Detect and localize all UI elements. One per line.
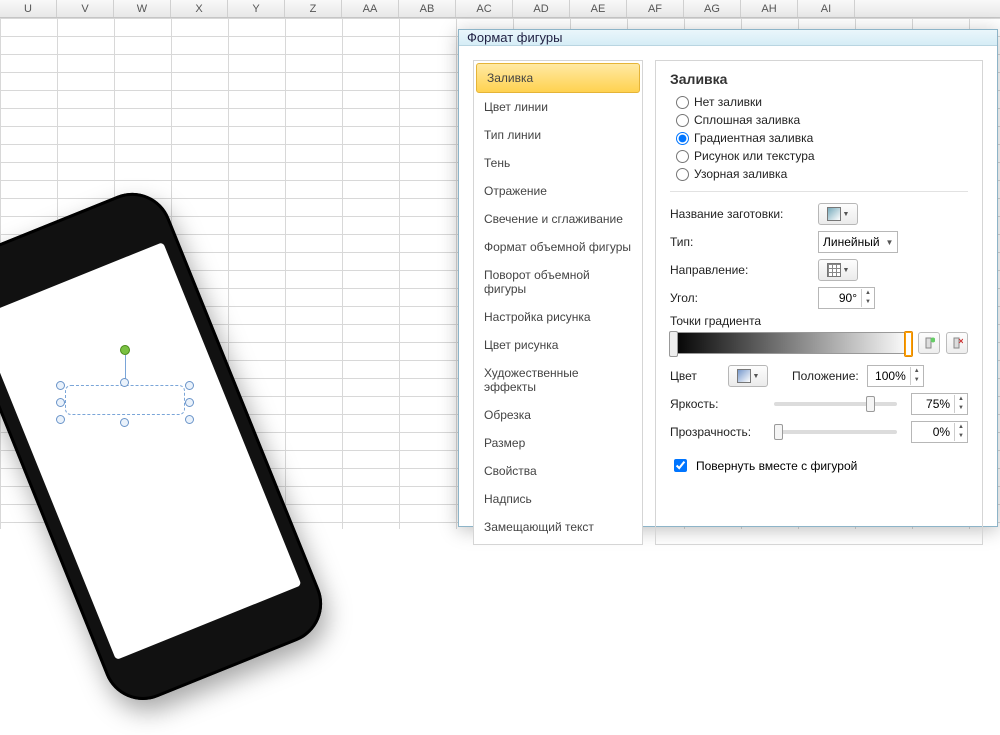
nav-item-shadow[interactable]: Тень [474,149,642,177]
nav-item-textbox[interactable]: Надпись [474,485,642,513]
nav-item-3d-rotation[interactable]: Поворот объемной фигуры [474,261,642,303]
angle-spin[interactable]: ▲▼ [818,287,875,309]
col-header[interactable]: X [171,0,228,17]
radio-gradient-fill[interactable] [676,132,689,145]
position-spin[interactable]: ▲▼ [867,365,924,387]
nav-item-fill[interactable]: Заливка [476,63,640,93]
transparency-slider[interactable] [774,430,897,434]
brightness-label: Яркость: [670,397,760,411]
nav-item-3d-format[interactable]: Формат объемной фигуры [474,233,642,261]
fill-option-picture[interactable]: Рисунок или текстура [670,147,968,165]
fill-option-solid[interactable]: Сплошная заливка [670,111,968,129]
color-dropdown[interactable]: ▼ [728,365,768,387]
resize-handle[interactable] [120,418,129,427]
preset-label: Название заготовки: [670,207,810,221]
stops-label: Точки градиента [670,312,968,332]
radio-pattern-fill[interactable] [676,168,689,181]
col-header[interactable]: U [0,0,57,17]
spin-down-icon[interactable]: ▼ [955,404,967,413]
transparency-label: Прозрачность: [670,425,760,439]
slider-thumb[interactable] [866,396,875,412]
transparency-spin[interactable]: ▲▼ [911,421,968,443]
resize-handle[interactable] [56,381,65,390]
gradient-bar[interactable] [670,332,912,354]
nav-item-line-style[interactable]: Тип линии [474,121,642,149]
radio-no-fill[interactable] [676,96,689,109]
rotate-with-shape-label: Повернуть вместе с фигурой [696,459,857,473]
gradient-stop-selected[interactable] [904,331,913,357]
brightness-slider[interactable] [774,402,897,406]
resize-handle[interactable] [120,378,129,387]
rotate-with-shape-checkbox[interactable] [674,459,687,472]
fill-option-pattern[interactable]: Узорная заливка [670,165,968,183]
spin-up-icon[interactable]: ▲ [955,395,967,404]
col-header[interactable]: AD [513,0,570,17]
col-header[interactable]: Z [285,0,342,17]
nav-item-reflection[interactable]: Отражение [474,177,642,205]
spin-up-icon[interactable]: ▲ [955,423,967,432]
type-select[interactable]: Линейный▼ [818,231,898,253]
nav-item-crop[interactable]: Обрезка [474,401,642,429]
angle-input[interactable] [819,288,861,308]
rotate-handle[interactable] [120,345,130,355]
resize-handle[interactable] [185,398,194,407]
type-label: Тип: [670,235,810,249]
direction-label: Направление: [670,263,810,277]
col-header[interactable]: W [114,0,171,17]
resize-handle[interactable] [185,381,194,390]
fill-option-gradient[interactable]: Градиентная заливка [670,129,968,147]
position-label: Положение: [792,369,859,383]
nav-item-size[interactable]: Размер [474,429,642,457]
remove-stop-button[interactable] [946,332,968,354]
col-header[interactable]: V [57,0,114,17]
add-stop-button[interactable] [918,332,940,354]
col-header[interactable]: AC [456,0,513,17]
radio-picture-fill[interactable] [676,150,689,163]
col-header[interactable]: AF [627,0,684,17]
spin-down-icon[interactable]: ▼ [955,432,967,441]
nav-item-picture-color[interactable]: Цвет рисунка [474,331,642,359]
transparency-input[interactable] [912,422,954,442]
nav-item-alt-text[interactable]: Замещающий текст [474,513,642,541]
col-header[interactable]: AE [570,0,627,17]
col-header[interactable]: AI [798,0,855,17]
direction-dropdown[interactable]: ▼ [818,259,858,281]
dialog-title: Формат фигуры [467,30,562,45]
resize-handle[interactable] [56,415,65,424]
pane-heading: Заливка [670,71,968,87]
column-headers: U V W X Y Z AA AB AC AD AE AF AG AH AI [0,0,1000,18]
col-header[interactable]: AG [684,0,741,17]
nav-item-line-color[interactable]: Цвет линии [474,93,642,121]
col-header[interactable]: Y [228,0,285,17]
selected-shape[interactable] [60,365,190,420]
resize-handle[interactable] [185,415,194,424]
position-input[interactable] [868,366,910,386]
dialog-titlebar[interactable]: Формат фигуры [459,30,997,46]
radio-solid-fill[interactable] [676,114,689,127]
angle-label: Угол: [670,291,810,305]
spin-up-icon[interactable]: ▲ [911,367,923,376]
brightness-spin[interactable]: ▲▼ [911,393,968,415]
spin-down-icon[interactable]: ▼ [862,298,874,307]
format-shape-dialog: Формат фигуры Заливка Цвет линии Тип лин… [458,29,998,527]
nav-item-glow[interactable]: Свечение и сглаживание [474,205,642,233]
nav-item-artistic[interactable]: Художественные эффекты [474,359,642,401]
fill-pane: Заливка Нет заливки Сплошная заливка Гра… [655,60,983,545]
resize-handle[interactable] [56,398,65,407]
fill-option-none[interactable]: Нет заливки [670,93,968,111]
preset-dropdown[interactable]: ▼ [818,203,858,225]
col-header[interactable]: AB [399,0,456,17]
nav-item-properties[interactable]: Свойства [474,457,642,485]
brightness-input[interactable] [912,394,954,414]
nav-item-picture-adj[interactable]: Настройка рисунка [474,303,642,331]
gradient-stop[interactable] [669,331,678,357]
slider-thumb[interactable] [774,424,783,440]
category-list[interactable]: Заливка Цвет линии Тип линии Тень Отраже… [473,60,643,545]
spin-up-icon[interactable]: ▲ [862,289,874,298]
spin-down-icon[interactable]: ▼ [911,376,923,385]
col-header[interactable]: AH [741,0,798,17]
color-label: Цвет [670,369,720,383]
